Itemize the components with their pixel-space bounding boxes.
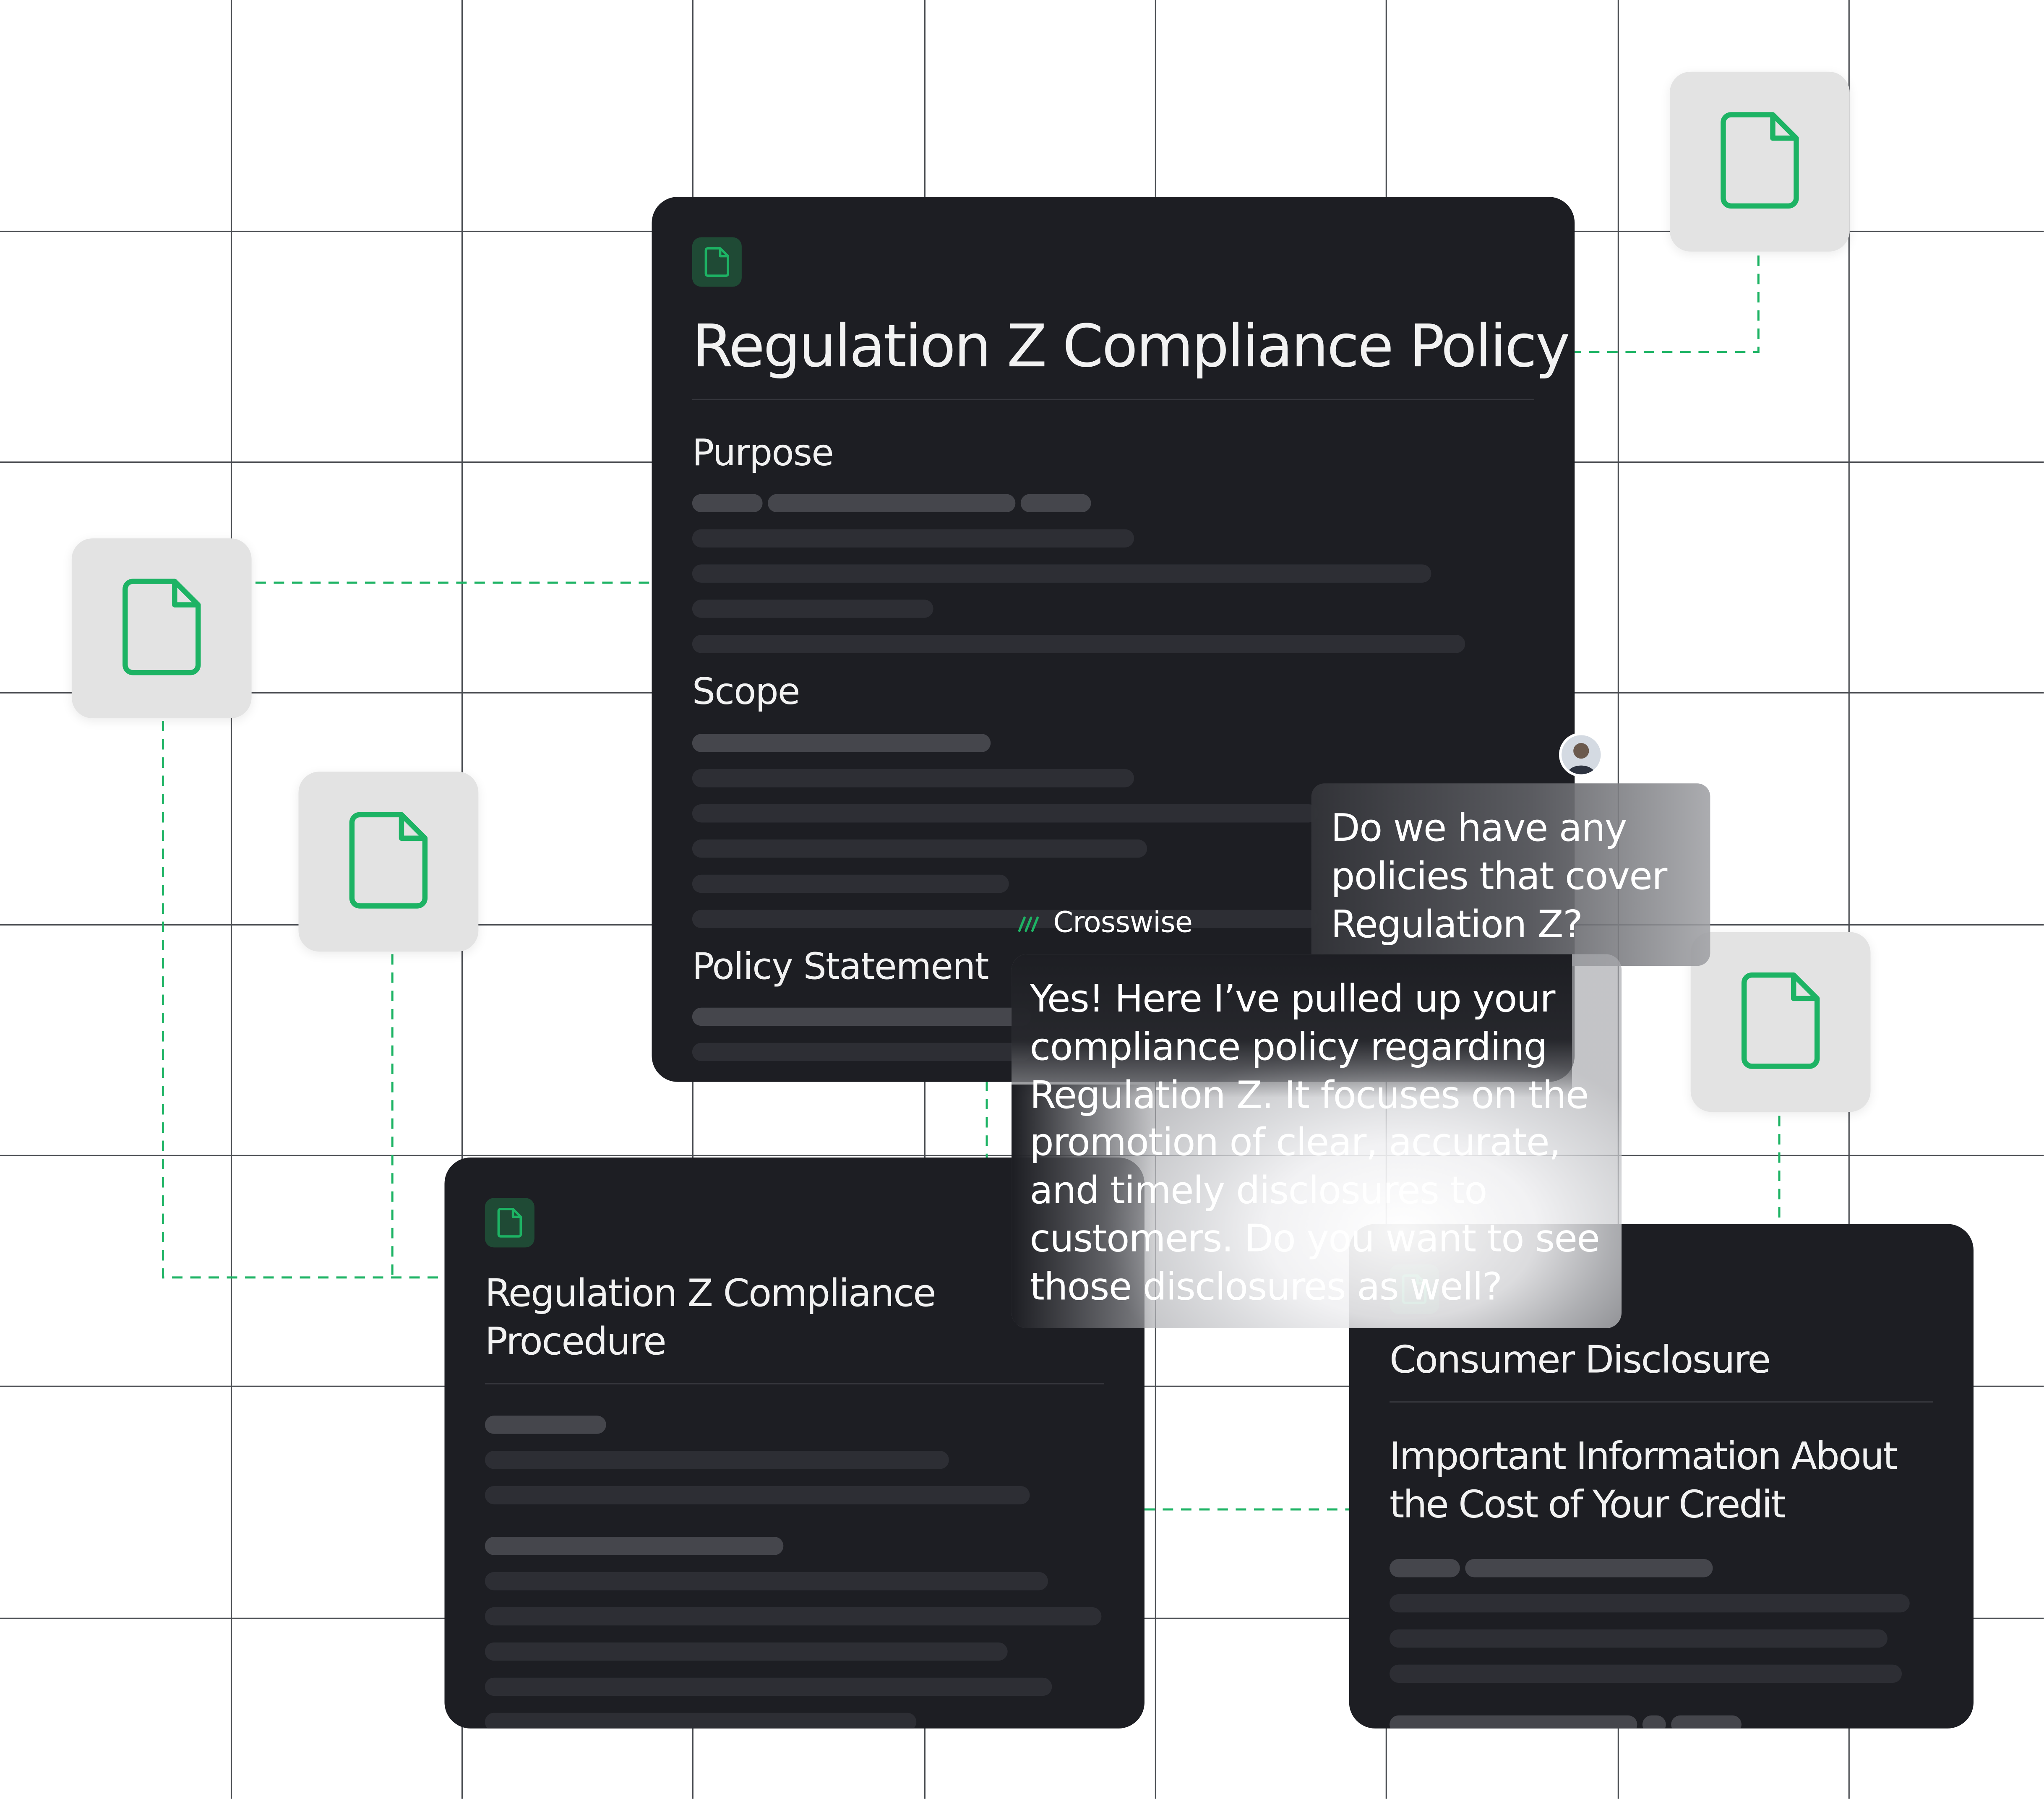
text-placeholder [1390, 1664, 1902, 1683]
document-icon [1741, 972, 1820, 1069]
document-badge [692, 237, 742, 287]
user-avatar[interactable] [1559, 733, 1603, 777]
divider [1390, 1401, 1933, 1403]
text-placeholder [692, 804, 1318, 823]
text-placeholder [692, 910, 1318, 928]
assistant-message-text: Yes! Here I’ve pulled up your compliance… [1030, 976, 1600, 1309]
assistant-name: Crosswise [1053, 907, 1193, 940]
document-icon [497, 1207, 522, 1238]
text-placeholder [485, 1607, 1102, 1626]
text-placeholder [692, 1007, 1031, 1026]
text-placeholder [485, 1486, 1030, 1504]
text-placeholder [692, 529, 1134, 548]
section-heading-scope: Scope [692, 670, 800, 713]
text-placeholder [692, 839, 1147, 858]
document-icon [704, 247, 730, 277]
text-placeholder [692, 635, 1465, 653]
canvas: Regulation Z Compliance Policy Purpose S… [0, 0, 2044, 1799]
text-placeholder [485, 1713, 917, 1729]
text-placeholder [768, 494, 1016, 513]
crosswise-logo-icon [1018, 915, 1039, 931]
text-placeholder [1671, 1715, 1742, 1729]
section-heading-purpose: Purpose [692, 431, 834, 475]
text-placeholder [1642, 1715, 1666, 1729]
card-title: Regulation Z Compliance Policy [692, 311, 1570, 381]
text-placeholder [692, 734, 991, 752]
text-placeholder [692, 769, 1134, 787]
text-placeholder [692, 494, 763, 513]
text-placeholder [485, 1572, 1048, 1590]
card-title: Consumer Disclosure [1390, 1337, 1771, 1382]
text-placeholder [1020, 494, 1091, 513]
document-tile[interactable] [298, 772, 479, 952]
text-placeholder [485, 1537, 784, 1555]
document-tile[interactable] [71, 538, 252, 718]
text-placeholder [485, 1416, 606, 1434]
document-tile[interactable] [1690, 932, 1871, 1112]
divider [485, 1383, 1104, 1384]
divider [692, 399, 1534, 400]
text-placeholder [692, 600, 933, 618]
text-placeholder [692, 874, 1009, 893]
text-placeholder [485, 1451, 949, 1469]
card-title: Regulation Z Compliance Procedure [485, 1271, 936, 1364]
document-icon [349, 812, 428, 909]
card-subtitle: Important Information About the Cost of … [1390, 1434, 1898, 1527]
user-message-text: Do we have any policies that cover Regul… [1331, 806, 1667, 946]
document-tile[interactable] [1670, 71, 1850, 252]
text-placeholder [485, 1677, 1052, 1696]
person-icon [1562, 735, 1601, 774]
document-badge [485, 1198, 534, 1248]
text-placeholder [692, 1043, 1031, 1061]
text-placeholder [692, 564, 1431, 583]
document-icon [123, 579, 201, 675]
text-placeholder [1390, 1629, 1888, 1648]
text-placeholder [1390, 1594, 1910, 1613]
document-icon [1721, 112, 1799, 209]
text-placeholder [485, 1642, 1008, 1661]
assistant-label: Crosswise [1017, 907, 1193, 940]
section-heading-policy-statement: Policy Statement [692, 945, 989, 988]
text-placeholder [1465, 1559, 1713, 1577]
text-placeholder [1390, 1715, 1637, 1729]
text-placeholder [1390, 1559, 1460, 1577]
